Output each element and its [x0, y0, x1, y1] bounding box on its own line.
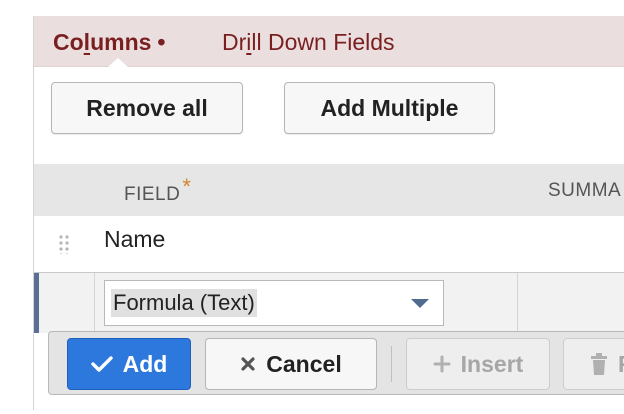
caret-down-icon[interactable]: [411, 299, 429, 308]
edit-row-marker: [34, 273, 39, 333]
field-select-value: Formula (Text): [111, 289, 257, 317]
tab-drill-down-fields[interactable]: Drill Down Fields: [222, 27, 395, 57]
edit-row: Formula (Text): [34, 272, 624, 333]
tab-modified-marker: •: [157, 29, 166, 55]
table-row[interactable]: Name: [34, 216, 624, 272]
sublist-panel: Columns • Drill Down Fields Remove all Ad…: [33, 16, 624, 410]
x-icon: [240, 356, 256, 372]
toolbar-divider: [391, 346, 392, 382]
cancel-button-label: Cancel: [266, 350, 342, 377]
remove-button-label: R: [618, 351, 624, 378]
field-select[interactable]: Formula (Text): [104, 280, 444, 326]
active-tab-pointer: [108, 58, 128, 67]
add-button-label: Add: [122, 350, 168, 377]
tab-drill-label-start: Dr: [222, 29, 247, 55]
insert-button-label: Insert: [460, 350, 524, 377]
cancel-button[interactable]: Cancel: [205, 338, 377, 390]
tab-columns[interactable]: Columns •: [53, 27, 165, 57]
tab-columns-label-end: umns: [90, 29, 152, 55]
cell-divider: [94, 273, 95, 333]
table-header: FIELD* SUMMA: [34, 164, 624, 216]
column-header-field[interactable]: FIELD*: [124, 174, 191, 206]
column-field-label: FIELD: [124, 184, 181, 205]
remove-button[interactable]: R: [563, 338, 624, 390]
cell-divider: [517, 273, 518, 333]
add-multiple-button[interactable]: Add Multiple: [284, 82, 495, 134]
row-action-bar: Add Cancel Insert R: [48, 331, 624, 395]
tab-columns-label-start: Co: [53, 29, 84, 55]
column-header-summary[interactable]: SUMMA: [548, 180, 621, 202]
checkmark-icon: [90, 355, 113, 373]
row-field-name: Name: [104, 226, 166, 252]
subtab-bar: Columns • Drill Down Fields: [34, 16, 624, 67]
trash-icon: [590, 352, 608, 376]
remove-all-button[interactable]: Remove all: [51, 82, 243, 134]
insert-button[interactable]: Insert: [406, 338, 550, 390]
tab-drill-label-end: ll Down Fields: [251, 29, 395, 55]
required-marker: *: [182, 174, 192, 199]
drag-handle-icon[interactable]: [58, 234, 70, 254]
plus-icon: [433, 355, 451, 373]
add-button[interactable]: Add: [67, 338, 191, 390]
